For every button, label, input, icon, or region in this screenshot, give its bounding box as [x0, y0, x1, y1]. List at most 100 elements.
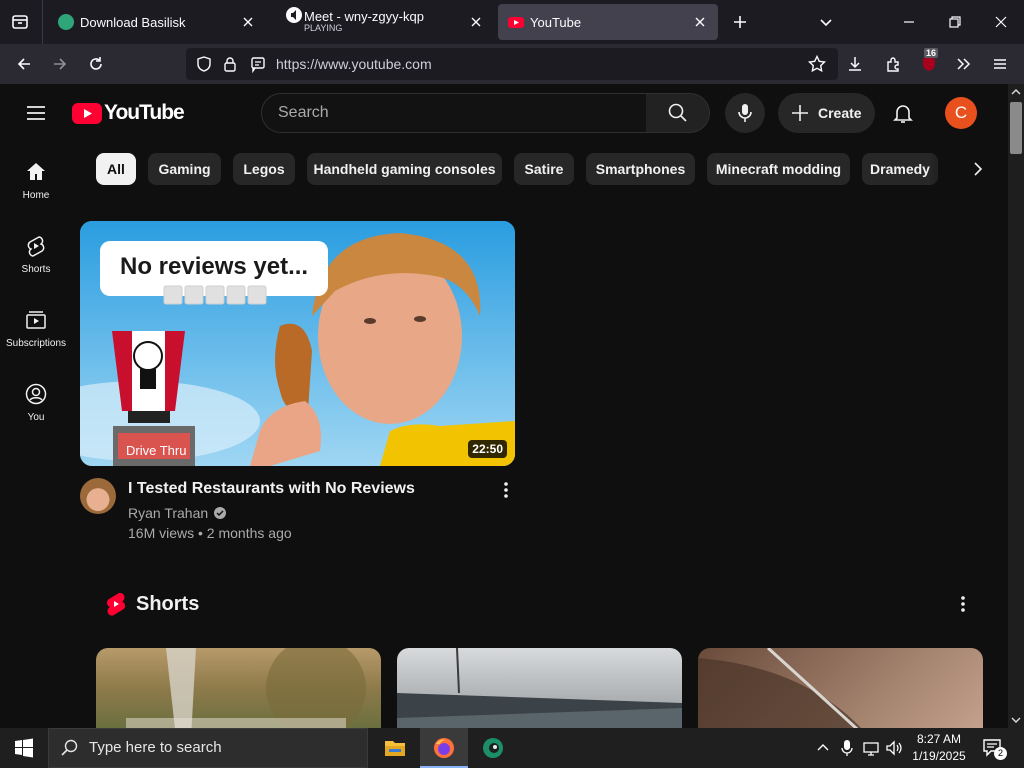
- show-hidden-icons-chevron-icon[interactable]: [815, 740, 831, 756]
- youtube-logo[interactable]: YouTube: [72, 101, 185, 124]
- network-icon[interactable]: [862, 739, 882, 757]
- search-icon: [668, 103, 687, 122]
- close-window-icon[interactable]: [991, 12, 1011, 32]
- sidebar-item-you[interactable]: You: [0, 382, 72, 423]
- tab-playing-label: PLAYING: [304, 22, 343, 33]
- verified-check-icon: [214, 507, 227, 519]
- clock[interactable]: 8:27 AM 1/19/2025: [908, 731, 970, 765]
- shorts-heading: Shorts: [136, 592, 200, 615]
- video-title[interactable]: I Tested Restaurants with No Reviews: [128, 480, 415, 498]
- reload-icon[interactable]: [86, 54, 106, 74]
- youtube-logo-icon: [72, 102, 102, 124]
- audio-playing-icon[interactable]: [286, 7, 302, 23]
- sidebar-item-subscriptions[interactable]: Subscriptions: [0, 308, 72, 349]
- chip-legos[interactable]: Legos: [233, 153, 295, 185]
- shorts-icon: [27, 236, 45, 257]
- extension-badge: 16: [924, 48, 939, 58]
- browser-tab-bar: Download Basilisk Meet - wny-zgyy-kqp PL…: [0, 0, 1024, 44]
- tray-microphone-icon[interactable]: [839, 739, 855, 757]
- chip-smartphones[interactable]: Smartphones: [586, 153, 695, 185]
- sidebar-item-shorts[interactable]: Shorts: [0, 234, 72, 275]
- taskbar-search-input[interactable]: Type here to search: [48, 728, 368, 768]
- windows-taskbar: Type here to search 8:27 AM 1/19/2025 2: [0, 728, 1024, 768]
- new-tab-icon[interactable]: [730, 12, 750, 32]
- short-thumbnail[interactable]: [397, 648, 682, 728]
- tab-download-basilisk[interactable]: Download Basilisk: [48, 4, 266, 40]
- video-more-icon[interactable]: [496, 480, 516, 500]
- tab-list-chevron-icon[interactable]: [816, 12, 836, 32]
- short-thumbnail-image: [698, 648, 862, 728]
- search-button[interactable]: [646, 93, 710, 133]
- youtube-favicon-icon: [508, 16, 524, 28]
- tab-meet[interactable]: Meet - wny-zgyy-kqp PLAYING: [272, 4, 494, 40]
- video-thumbnail[interactable]: No reviews yet... Drive Thru 22:50: [80, 221, 515, 466]
- scrollbar-thumb[interactable]: [1010, 102, 1022, 154]
- chip-all[interactable]: All: [96, 153, 136, 185]
- action-center-icon[interactable]: 2: [982, 738, 1008, 760]
- tracking-shield-icon[interactable]: [194, 54, 214, 74]
- chip-satire[interactable]: Satire: [514, 153, 574, 185]
- account-avatar[interactable]: C: [945, 97, 977, 129]
- thumbnail-sign: Drive Thru: [126, 443, 187, 458]
- short-thumbnail[interactable]: [698, 648, 983, 728]
- microphone-icon: [738, 104, 752, 122]
- browser-nav-bar: https://www.youtube.com 16: [0, 44, 1024, 84]
- thumbnail-caption: No reviews yet...: [120, 253, 309, 280]
- shorts-more-icon[interactable]: [953, 594, 973, 614]
- chip-minecraft-modding[interactable]: Minecraft modding: [707, 153, 850, 185]
- tab-title: Download Basilisk: [80, 14, 186, 30]
- extensions-icon[interactable]: [883, 54, 903, 74]
- chips-fade: [928, 148, 968, 190]
- plus-icon: [792, 105, 808, 121]
- sidebar-label: Shorts: [21, 264, 51, 275]
- page-scrollbar[interactable]: [1008, 84, 1024, 728]
- downloads-icon[interactable]: [845, 54, 865, 74]
- channel-avatar[interactable]: [80, 478, 116, 514]
- minimize-icon[interactable]: [899, 12, 919, 32]
- search-input[interactable]: Search: [261, 93, 647, 133]
- create-button[interactable]: Create: [778, 93, 875, 133]
- channel-row: Ryan Trahan: [128, 505, 227, 521]
- sidebar-item-home[interactable]: Home: [0, 160, 72, 201]
- chip-handheld-gaming-consoles[interactable]: Handheld gaming consoles: [307, 153, 502, 185]
- notifications-bell-icon[interactable]: [891, 101, 915, 125]
- close-tab-icon[interactable]: [468, 14, 484, 30]
- you-icon: [25, 383, 47, 405]
- hamburger-menu-icon[interactable]: [990, 54, 1010, 74]
- forward-icon[interactable]: [50, 54, 70, 74]
- guide-menu-icon[interactable]: [24, 101, 48, 125]
- chip-gaming[interactable]: Gaming: [148, 153, 221, 185]
- overflow-chevrons-icon[interactable]: [954, 54, 974, 74]
- back-icon[interactable]: [14, 54, 34, 74]
- basilisk-icon: [58, 14, 74, 30]
- lock-icon[interactable]: [220, 54, 240, 74]
- url-bar[interactable]: https://www.youtube.com: [186, 48, 838, 80]
- tab-overview-icon[interactable]: [10, 12, 30, 32]
- url-text[interactable]: https://www.youtube.com: [276, 56, 432, 72]
- close-tab-icon[interactable]: [692, 14, 708, 30]
- page-info-icon[interactable]: [248, 54, 268, 74]
- taskbar-search-icon: [60, 738, 80, 758]
- basilisk-taskbar-icon[interactable]: [481, 736, 505, 760]
- taskbar-firefox-active[interactable]: [420, 728, 468, 768]
- chips-next-chevron-icon[interactable]: [966, 157, 990, 181]
- create-label: Create: [818, 105, 862, 121]
- scroll-down-icon[interactable]: [1008, 712, 1024, 728]
- ublock-extension-icon[interactable]: 16: [919, 48, 939, 74]
- chip-dramedy[interactable]: Dramedy: [862, 153, 938, 185]
- bookmark-star-icon[interactable]: [807, 54, 827, 74]
- short-thumbnail-image: [126, 648, 366, 728]
- home-icon: [27, 163, 45, 180]
- close-tab-icon[interactable]: [240, 14, 256, 30]
- file-explorer-icon[interactable]: [384, 738, 406, 758]
- tab-youtube[interactable]: YouTube: [498, 4, 718, 40]
- tab-title: YouTube: [530, 14, 582, 30]
- restore-icon[interactable]: [945, 12, 965, 32]
- youtube-page: YouTube Search Create C Home Shorts Subs…: [0, 84, 1024, 728]
- channel-name[interactable]: Ryan Trahan: [128, 505, 208, 521]
- scroll-up-icon[interactable]: [1008, 84, 1024, 100]
- voice-search-button[interactable]: [725, 93, 765, 133]
- volume-icon[interactable]: [885, 739, 905, 757]
- windows-start-icon[interactable]: [14, 738, 34, 758]
- short-thumbnail[interactable]: [96, 648, 381, 728]
